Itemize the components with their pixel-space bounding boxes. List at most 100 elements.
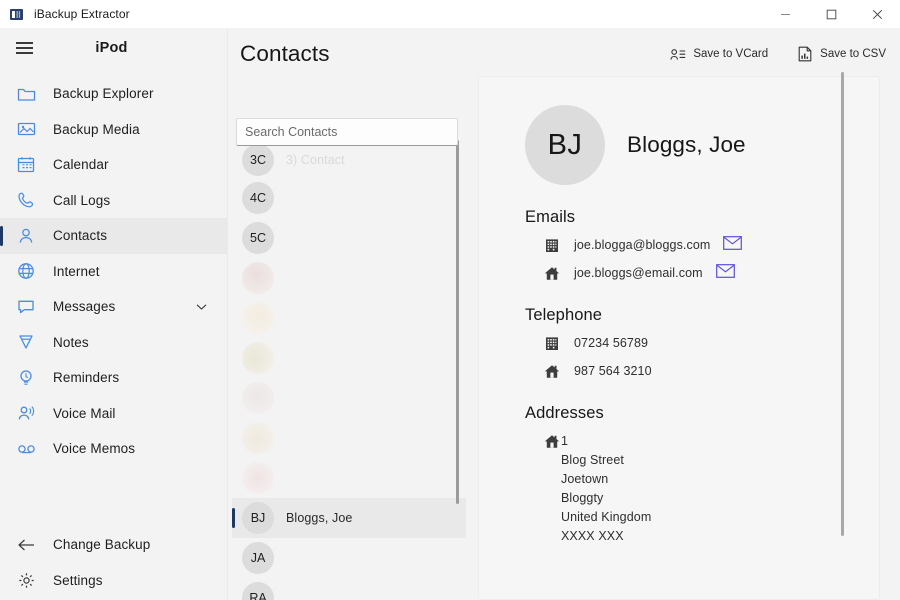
avatar (242, 382, 274, 414)
sidebar-item-call-logs[interactable]: Call Logs (0, 183, 227, 219)
contact-rows: 3C 3) Contact 4C 5C (232, 142, 466, 600)
sidebar-header: iPod (0, 28, 227, 68)
section-title: Emails (525, 208, 879, 227)
main-content: Contacts Save to VCard Save to CSV 3C (228, 28, 900, 600)
email-row[interactable]: joe.blogga@bloggs.com (543, 236, 879, 255)
avatar (242, 302, 274, 334)
envelope-icon[interactable] (716, 264, 735, 278)
telephone-value: 987 564 3210 (574, 362, 652, 381)
gear-icon (12, 570, 40, 590)
sidebar-item-change-backup[interactable]: Change Backup (0, 527, 227, 563)
list-item[interactable]: 3C 3) Contact (232, 142, 466, 178)
avatar: 4C (242, 182, 274, 214)
telephone-value: 07234 56789 (574, 334, 648, 353)
list-item[interactable] (232, 338, 466, 378)
email-row[interactable]: joe.bloggs@email.com (543, 264, 879, 283)
avatar: 3C (242, 144, 274, 176)
telephone-row[interactable]: 987 564 3210 (543, 362, 879, 381)
sidebar-item-voice-memos[interactable]: Voice Memos (0, 431, 227, 467)
sidebar-item-notes[interactable]: Notes (0, 325, 227, 361)
sidebar-item-label: Voice Memos (53, 441, 135, 456)
search-container (236, 118, 458, 146)
search-input[interactable] (236, 118, 458, 146)
sidebar-item-label: Backup Media (53, 122, 140, 137)
app-logo-icon (9, 6, 25, 22)
section-title: Telephone (525, 306, 879, 325)
sidebar-item-messages[interactable]: Messages (0, 289, 227, 325)
avatar: BJ (242, 502, 274, 534)
save-to-vcard-label: Save to VCard (693, 48, 768, 60)
sidebar-bottom-nav: Change Backup Settings (0, 527, 227, 600)
address-line: Bloggty (561, 489, 651, 508)
address-line: United Kingdom (561, 508, 651, 527)
avatar (242, 422, 274, 454)
home-house-icon (543, 362, 561, 380)
list-item[interactable]: RA (232, 578, 466, 600)
list-item[interactable] (232, 298, 466, 338)
save-to-csv-label: Save to CSV (820, 48, 886, 60)
envelope-icon[interactable] (723, 236, 742, 250)
arrow-left-icon (12, 535, 40, 555)
maximize-button[interactable] (808, 0, 854, 28)
sidebar-nav: Backup Explorer Backup Media Calendar Ca… (0, 76, 227, 467)
list-item[interactable] (232, 458, 466, 498)
save-to-vcard-button[interactable]: Save to VCard (669, 46, 768, 63)
phone-icon (12, 190, 40, 210)
chat-icon (12, 297, 40, 317)
avatar: 5C (242, 222, 274, 254)
app-title: iBackup Extractor (34, 7, 130, 21)
hamburger-icon[interactable] (0, 28, 48, 68)
contact-detail-name: Bloggs, Joe (627, 132, 746, 158)
list-item[interactable] (232, 258, 466, 298)
avatar: BJ (525, 105, 605, 185)
home-house-icon (543, 432, 561, 450)
avatar: JA (242, 542, 274, 574)
address-row[interactable]: 1 Blog Street Joetown Bloggty United Kin… (543, 432, 879, 546)
address-line: 1 (561, 432, 651, 451)
sidebar-item-backup-explorer[interactable]: Backup Explorer (0, 76, 227, 112)
list-item[interactable]: 5C (232, 218, 466, 258)
note-icon (12, 332, 40, 352)
sidebar-item-label: Backup Explorer (53, 86, 154, 101)
save-to-csv-button[interactable]: Save to CSV (796, 46, 886, 63)
contact-list-scrollbar[interactable] (456, 140, 459, 504)
sidebar-item-label: Messages (53, 299, 115, 314)
vcard-icon (669, 46, 686, 63)
email-value: joe.blogga@bloggs.com (574, 236, 710, 255)
sidebar: iPod Backup Explorer Backup Media Calend (0, 28, 228, 600)
address-line: Blog Street (561, 451, 651, 470)
sidebar-item-label: Change Backup (53, 537, 150, 552)
person-icon (12, 226, 40, 246)
sidebar-item-label: Call Logs (53, 193, 110, 208)
sidebar-item-reminders[interactable]: Reminders (0, 360, 227, 396)
minimize-button[interactable] (762, 0, 808, 28)
sidebar-item-settings[interactable]: Settings (0, 563, 227, 599)
sidebar-item-calendar[interactable]: Calendar (0, 147, 227, 183)
sidebar-item-voice-mail[interactable]: Voice Mail (0, 396, 227, 432)
list-item[interactable]: 4C (232, 178, 466, 218)
close-button[interactable] (854, 0, 900, 28)
sidebar-item-label: Internet (53, 264, 100, 279)
list-item[interactable] (232, 378, 466, 418)
avatar (242, 462, 274, 494)
sidebar-item-backup-media[interactable]: Backup Media (0, 112, 227, 148)
page-header: Contacts Save to VCard Save to CSV (228, 28, 900, 80)
contact-detail-panel: BJ Bloggs, Joe Emails joe.blogga@bloggs.… (478, 76, 880, 600)
sidebar-item-internet[interactable]: Internet (0, 254, 227, 290)
chevron-down-icon[interactable] (196, 303, 207, 311)
emails-section: Emails joe.blogga@bloggs.com joe.bloggs@… (479, 208, 879, 283)
email-value: joe.bloggs@email.com (574, 264, 703, 283)
list-item[interactable]: JA (232, 538, 466, 578)
sidebar-item-label: Voice Mail (53, 406, 116, 421)
addresses-section: Addresses 1 Blog Street Joetown Bloggty … (479, 404, 879, 546)
telephone-row[interactable]: 07234 56789 (543, 334, 879, 353)
avatar (242, 262, 274, 294)
detail-scrollbar[interactable] (841, 72, 844, 536)
list-item[interactable]: BJ Bloggs, Joe (232, 498, 466, 538)
device-name: iPod (48, 40, 227, 56)
work-building-icon (543, 334, 561, 352)
page-title: Contacts (240, 41, 330, 67)
address-lines: 1 Blog Street Joetown Bloggty United Kin… (561, 432, 651, 546)
sidebar-item-contacts[interactable]: Contacts (0, 218, 227, 254)
list-item[interactable] (232, 418, 466, 458)
